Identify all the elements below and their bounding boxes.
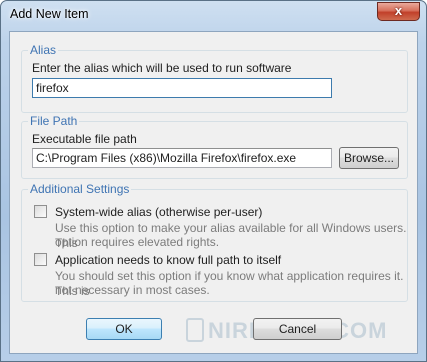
- cancel-button[interactable]: Cancel: [253, 318, 342, 340]
- alias-group-title: Alias: [28, 43, 59, 57]
- file-path-group: File Path Executable file path C:\Progra…: [21, 114, 408, 179]
- alias-group: Alias Enter the alias which will be used…: [21, 43, 408, 113]
- alias-input[interactable]: firefox: [32, 78, 332, 98]
- file-path-group-title: File Path: [28, 114, 80, 128]
- full-path-description-line2: not necessary in most cases.: [55, 283, 210, 297]
- watermark-logo-icon: [186, 318, 204, 342]
- window-title: Add New Item: [10, 7, 89, 21]
- additional-settings-group-title: Additional Settings: [28, 182, 132, 196]
- close-button[interactable]: x: [377, 2, 420, 21]
- alias-prompt-label: Enter the alias which will be used to ru…: [32, 61, 292, 75]
- title-bar[interactable]: Add New Item x: [1, 1, 426, 29]
- file-path-input[interactable]: C:\Program Files (x86)\Mozilla Firefox\f…: [32, 148, 332, 168]
- full-path-label[interactable]: Application needs to know full path to i…: [55, 253, 281, 267]
- ok-button[interactable]: OK: [86, 318, 162, 340]
- dialog-window: Add New Item x Alias Enter the alias whi…: [0, 0, 427, 362]
- full-path-checkbox[interactable]: [34, 253, 47, 266]
- close-icon: x: [394, 3, 403, 18]
- system-wide-label[interactable]: System-wide alias (otherwise per-user): [55, 205, 262, 219]
- browse-button[interactable]: Browse...: [339, 147, 399, 169]
- file-path-label: Executable file path: [32, 132, 137, 146]
- additional-settings-group: Additional Settings System-wide alias (o…: [21, 182, 408, 302]
- system-wide-description-line2: option requires elevated rights.: [55, 235, 220, 249]
- dialog-body: Alias Enter the alias which will be used…: [9, 31, 418, 354]
- system-wide-checkbox[interactable]: [34, 205, 47, 218]
